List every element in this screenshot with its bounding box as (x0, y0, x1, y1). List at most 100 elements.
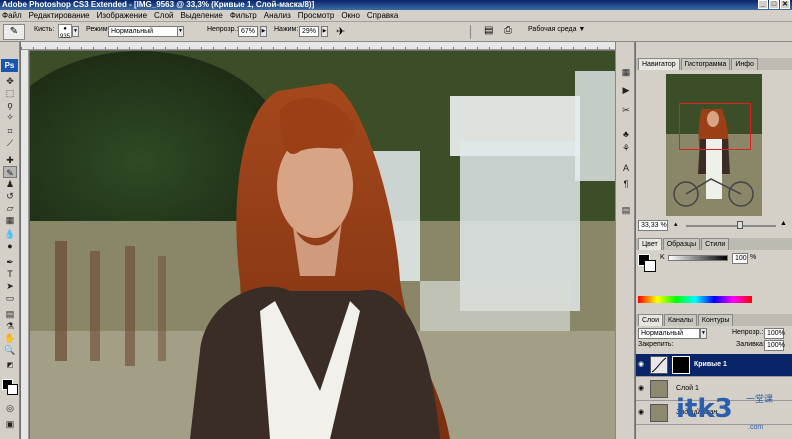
close-button[interactable]: ✕ (780, 0, 790, 9)
quick-mask-icon[interactable]: ◎ (3, 402, 17, 414)
brush-tool-icon[interactable]: ✎ (3, 166, 17, 178)
eraser-tool-icon[interactable]: ▱ (3, 202, 17, 214)
opacity-slider-arrow[interactable]: ▶ (260, 26, 267, 37)
visibility-eye-icon[interactable]: ◉ (638, 409, 646, 417)
layer-row-curves[interactable]: ◉ Кривые 1 (636, 354, 792, 377)
mode-dropdown-arrow[interactable]: ▼ (177, 26, 184, 37)
lasso-tool-icon[interactable]: ϙ (3, 99, 17, 111)
opacity-label: Непрозр.: (207, 26, 239, 33)
tab-swatches[interactable]: Образцы (662, 238, 701, 250)
notes-tool-icon[interactable]: ▤ (3, 308, 17, 320)
tab-info[interactable]: Инфо (731, 58, 758, 70)
character-panel-icon[interactable]: A (620, 162, 632, 174)
vertical-ruler[interactable] (21, 50, 29, 439)
workspace-button[interactable]: Рабочая среда ▼ (528, 26, 585, 33)
document-image[interactable] (30, 51, 615, 439)
menu-window[interactable]: Окно (341, 11, 360, 20)
menu-edit[interactable]: Редактирование (29, 11, 90, 20)
channel-slider[interactable] (668, 255, 728, 261)
navigator-thumbnail[interactable] (666, 74, 762, 216)
layers-tabs: Слои Каналы Контуры (636, 314, 792, 326)
tab-channels[interactable]: Каналы (664, 314, 697, 326)
zoom-input[interactable]: 33,33 % (638, 220, 668, 231)
channel-value-input[interactable]: 100 (732, 253, 748, 264)
blend-mode-dropdown-arrow[interactable]: ▼ (700, 328, 707, 339)
brush-tool-preset-icon[interactable]: ✎ (3, 24, 25, 40)
maximize-button[interactable]: □ (769, 0, 779, 9)
magic-wand-tool-icon[interactable]: ✧ (3, 111, 17, 123)
clone-stamp-tool-icon[interactable]: ♟ (3, 178, 17, 190)
blur-tool-icon[interactable]: 💧 (3, 228, 17, 240)
blend-mode-select[interactable]: Нормальный (638, 328, 700, 339)
layer-opacity-input[interactable]: 100% (764, 328, 785, 339)
healing-brush-tool-icon[interactable]: ✚ (3, 154, 17, 166)
visibility-eye-icon[interactable]: ◉ (638, 361, 646, 369)
menu-help[interactable]: Справка (367, 11, 398, 20)
menu-layer[interactable]: Слой (154, 11, 173, 20)
flow-slider-arrow[interactable]: ▶ (321, 26, 328, 37)
brush-picker[interactable]: ● 935 (58, 24, 72, 40)
print-icon[interactable]: ⎙ (504, 25, 512, 36)
actions-panel-icon[interactable]: ▶ (620, 84, 632, 96)
menu-image[interactable]: Изображение (97, 11, 147, 20)
tab-paths[interactable]: Контуры (697, 314, 734, 326)
eyedropper-tool-icon[interactable]: ⚗ (3, 320, 17, 332)
horizontal-ruler[interactable] (21, 42, 615, 50)
document-canvas-area[interactable] (21, 42, 615, 439)
opacity-input[interactable]: 67% (238, 26, 258, 37)
color-background-swatch[interactable] (644, 260, 656, 272)
brush-size: 935 (59, 34, 70, 40)
pen-tool-icon[interactable]: ✒ (3, 256, 17, 268)
brush-dropdown-arrow[interactable]: ▼ (72, 26, 79, 37)
airbrush-icon[interactable]: ✈ (336, 25, 345, 38)
menu-select[interactable]: Выделение (180, 11, 222, 20)
layer-mask-thumbnail[interactable] (672, 356, 690, 374)
visibility-eye-icon[interactable]: ◉ (638, 385, 646, 393)
options-bar: ✎ Кисть: ● 935 ▼ Режим: Нормальный ▼ Неп… (0, 22, 792, 42)
right-panels: Навигатор Гистограмма Инфо 33,33 % ▴ ▲ Ц… (636, 42, 792, 439)
navigator-view-box[interactable] (679, 103, 751, 150)
tab-layers[interactable]: Слои (638, 314, 664, 326)
menu-filter[interactable]: Фильтр (230, 11, 257, 20)
move-tool-icon[interactable]: ✥ (3, 75, 17, 87)
history-brush-tool-icon[interactable]: ↺ (3, 190, 17, 202)
type-tool-icon[interactable]: T (3, 268, 17, 280)
zoom-slider-handle[interactable] (737, 221, 743, 229)
zoom-tool-icon[interactable]: 🔍 (3, 344, 17, 356)
tab-styles[interactable]: Стили (701, 238, 730, 250)
flow-input[interactable]: 29% (299, 26, 319, 37)
clone-source-icon[interactable]: ⚘ (620, 142, 632, 154)
background-color-swatch[interactable] (7, 384, 18, 395)
tab-navigator[interactable]: Навигатор (638, 58, 680, 70)
tab-histogram[interactable]: Гистограмма (680, 58, 731, 70)
layer-comps-icon[interactable]: ▤ (620, 204, 632, 216)
history-panel-icon[interactable]: ▦ (620, 66, 632, 78)
crop-tool-icon[interactable]: ⌗ (3, 125, 17, 137)
hand-tool-icon[interactable]: ✋ (3, 332, 17, 344)
mode-select[interactable]: Нормальный (108, 26, 178, 37)
paragraph-panel-icon[interactable]: ¶ (620, 178, 632, 190)
brushes-panel-icon[interactable]: ♣ (620, 128, 632, 140)
fill-input[interactable]: 100% (764, 340, 785, 351)
menu-view[interactable]: Просмотр (298, 11, 335, 20)
menu-analysis[interactable]: Анализ (264, 11, 291, 20)
color-spectrum-bar[interactable] (638, 296, 752, 303)
tab-color[interactable]: Цвет (638, 238, 662, 250)
tool-presets-icon[interactable]: ✂ (620, 104, 632, 116)
gradient-tool-icon[interactable]: ▦ (3, 214, 17, 226)
default-colors-icon[interactable]: ◩ (3, 360, 17, 372)
palette-well-icon[interactable]: ▤ (484, 25, 493, 36)
watermark-url: .com (748, 424, 764, 431)
photoshop-logo: Ps (1, 59, 18, 72)
marquee-tool-icon[interactable]: ⬚ (3, 87, 17, 99)
zoom-in-icon[interactable]: ▲ (780, 220, 787, 227)
dodge-tool-icon[interactable]: ● (3, 240, 17, 252)
menu-file[interactable]: Файл (2, 11, 22, 20)
path-selection-tool-icon[interactable]: ➤ (3, 280, 17, 292)
zoom-out-icon[interactable]: ▴ (674, 220, 678, 228)
minimize-button[interactable]: _ (758, 0, 768, 9)
shape-tool-icon[interactable]: ▭ (3, 292, 17, 304)
slice-tool-icon[interactable]: ⟋ (3, 137, 17, 149)
zoom-slider[interactable] (686, 225, 776, 227)
screen-mode-icon[interactable]: ▣ (3, 418, 17, 430)
